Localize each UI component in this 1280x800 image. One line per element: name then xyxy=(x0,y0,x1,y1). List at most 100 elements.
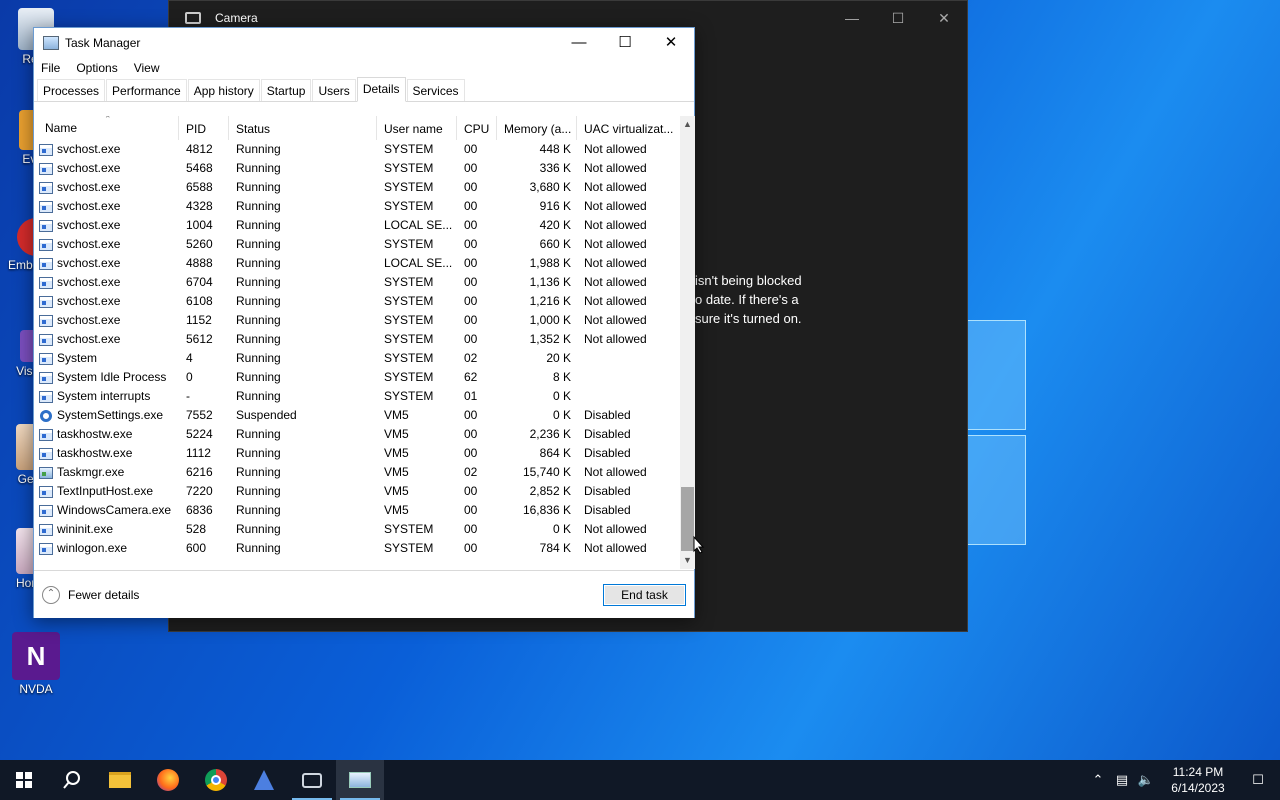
table-row[interactable]: System 4 Running SYSTEM 02 20 K xyxy=(34,349,680,368)
table-row[interactable]: WindowsCamera.exe 6836 Running VM5 00 16,836 … xyxy=(34,501,680,520)
cell-cpu: 00 xyxy=(464,484,478,498)
search-button[interactable] xyxy=(48,760,96,800)
taskbar-firefox[interactable] xyxy=(144,760,192,800)
cell-name: svchost.exe xyxy=(34,140,179,159)
cell-cpu: 00 xyxy=(464,503,478,517)
cell-pid: 1112 xyxy=(186,446,211,460)
minimize-button[interactable]: — xyxy=(556,28,602,58)
cell-pid: 5260 xyxy=(186,237,213,251)
maximize-button[interactable]: ☐ xyxy=(602,28,648,58)
fewer-details-link[interactable]: ⌃ Fewer details xyxy=(42,586,139,604)
table-row[interactable]: svchost.exe 6588 Running SYSTEM 00 3,680 K Not… xyxy=(34,178,680,197)
table-row[interactable]: svchost.exe 6108 Running SYSTEM 00 1,216 K Not… xyxy=(34,292,680,311)
table-row[interactable]: winlogon.exe 600 Running SYSTEM 00 784 K Not a… xyxy=(34,539,680,558)
process-window-icon xyxy=(39,333,53,346)
tab-details[interactable]: Details xyxy=(356,77,406,102)
table-row[interactable]: svchost.exe 1152 Running SYSTEM 00 1,000 K Not… xyxy=(34,311,680,330)
camera-icon xyxy=(185,12,201,24)
desktop-icon-nvda[interactable]: N NVDA xyxy=(0,632,72,696)
cell-memory: 3,680 K xyxy=(529,180,571,194)
camera-maximize-button[interactable]: ☐ xyxy=(875,1,921,35)
cell-pid: 5612 xyxy=(186,332,213,346)
table-row[interactable]: svchost.exe 1004 Running LOCAL SE... 00 420 K… xyxy=(34,216,680,235)
table-row[interactable]: svchost.exe 4812 Running SYSTEM 00 448 K Not a… xyxy=(34,140,680,159)
cell-memory: 20 K xyxy=(546,351,571,365)
table-row[interactable]: svchost.exe 4328 Running SYSTEM 00 916 K Not a… xyxy=(34,197,680,216)
table-row[interactable]: svchost.exe 5260 Running SYSTEM 00 660 K Not a… xyxy=(34,235,680,254)
column-header-user-name[interactable]: User name xyxy=(377,116,457,140)
app-icon xyxy=(254,770,274,790)
menu-options[interactable]: Options xyxy=(76,61,117,75)
taskbar-task-manager[interactable] xyxy=(336,760,384,800)
cell-cpu: 00 xyxy=(464,218,478,232)
column-header-status[interactable]: Status xyxy=(229,116,377,140)
process-window-icon xyxy=(39,257,53,270)
menu-view[interactable]: View xyxy=(134,61,160,75)
cell-uac: Disabled xyxy=(584,446,631,460)
tab-app-history[interactable]: App history xyxy=(187,79,260,101)
tab-performance[interactable]: Performance xyxy=(106,79,187,101)
cell-uac: Not allowed xyxy=(584,180,647,194)
taskbar-camera[interactable] xyxy=(288,760,336,800)
windows-logo-wallpaper xyxy=(960,300,1070,560)
scroll-down-arrow-icon[interactable]: ▼ xyxy=(680,552,695,569)
clock[interactable]: 11:24 PM 6/14/2023 xyxy=(1166,764,1230,796)
taskbar-app[interactable] xyxy=(240,760,288,800)
taskbar-chrome[interactable] xyxy=(192,760,240,800)
cell-user-name: VM5 xyxy=(384,484,409,498)
column-header-memory[interactable]: Memory (a... xyxy=(497,116,577,140)
table-row[interactable]: Taskmgr.exe 6216 Running VM5 02 15,740 K Not a… xyxy=(34,463,680,482)
table-row[interactable]: svchost.exe 5612 Running SYSTEM 00 1,352 K Not… xyxy=(34,330,680,349)
cell-user-name: VM5 xyxy=(384,446,409,460)
table-row[interactable]: taskhostw.exe 1112 Running VM5 00 864 K Disabl… xyxy=(34,444,680,463)
cell-status: Running xyxy=(236,351,281,365)
firefox-icon xyxy=(157,769,179,791)
network-icon[interactable]: ▤ xyxy=(1110,772,1134,788)
table-row[interactable]: System Idle Process 0 Running SYSTEM 62 8 K xyxy=(34,368,680,387)
table-row[interactable]: svchost.exe 4888 Running LOCAL SE... 00 1,988… xyxy=(34,254,680,273)
cell-cpu: 00 xyxy=(464,332,478,346)
start-button[interactable] xyxy=(0,760,48,800)
cell-status: Running xyxy=(236,294,281,308)
scroll-up-arrow-icon[interactable]: ▲ xyxy=(680,116,695,133)
tab-startup[interactable]: Startup xyxy=(260,79,312,101)
cell-uac: Not allowed xyxy=(584,465,647,479)
vertical-scrollbar[interactable]: ▲ ▼ xyxy=(680,116,695,569)
cell-memory: 420 K xyxy=(539,218,571,232)
process-window-icon xyxy=(39,428,53,441)
column-header-cpu[interactable]: CPU xyxy=(457,116,497,140)
volume-muted-icon[interactable]: 🔈 xyxy=(1134,772,1158,788)
table-row[interactable]: wininit.exe 528 Running SYSTEM 00 0 K Not allo… xyxy=(34,520,680,539)
cell-status: Running xyxy=(236,427,281,441)
table-row[interactable]: taskhostw.exe 5224 Running VM5 00 2,236 K Disa… xyxy=(34,425,680,444)
menu-file[interactable]: File xyxy=(41,61,60,75)
task-manager-window[interactable]: Task Manager — ☐ ✕ File Options View Pro… xyxy=(33,27,695,618)
column-header-pid[interactable]: PID xyxy=(179,116,229,140)
cell-status: Running xyxy=(236,465,281,479)
chevron-up-icon[interactable]: ⌃ xyxy=(1086,772,1110,788)
process-window-icon xyxy=(39,181,53,194)
camera-minimize-button[interactable]: — xyxy=(829,1,875,35)
table-row[interactable]: TextInputHost.exe 7220 Running VM5 00 2,852 K… xyxy=(34,482,680,501)
end-task-button[interactable]: End task xyxy=(603,584,686,606)
footer: ⌃ Fewer details End task xyxy=(34,570,694,618)
table-row[interactable]: svchost.exe 6704 Running SYSTEM 00 1,136 K Not… xyxy=(34,273,680,292)
close-button[interactable]: ✕ xyxy=(648,28,694,58)
table-row[interactable]: System interrupts - Running SYSTEM 01 0 K xyxy=(34,387,680,406)
table-row[interactable]: SystemSettings.exe 7552 Suspended VM5 00 0 K D… xyxy=(34,406,680,425)
taskbar-file-explorer[interactable] xyxy=(96,760,144,800)
cell-user-name: LOCAL SE... xyxy=(384,256,453,270)
tab-services[interactable]: Services xyxy=(406,79,465,101)
task-manager-titlebar[interactable]: Task Manager — ☐ ✕ xyxy=(34,28,694,58)
tab-processes[interactable]: Processes xyxy=(37,79,106,101)
camera-title: Camera xyxy=(215,11,258,25)
tab-users[interactable]: Users xyxy=(312,79,356,101)
camera-close-button[interactable]: ✕ xyxy=(921,1,967,35)
cell-memory: 15,740 K xyxy=(522,465,571,479)
process-window-icon xyxy=(39,238,53,251)
cell-pid: 5224 xyxy=(186,427,213,441)
notifications-icon[interactable]: ☐ xyxy=(1236,772,1280,788)
cell-uac: Disabled xyxy=(584,503,631,517)
table-row[interactable]: svchost.exe 5468 Running SYSTEM 00 336 K Not a… xyxy=(34,159,680,178)
column-header-uac[interactable]: UAC virtualizat... xyxy=(577,116,680,140)
